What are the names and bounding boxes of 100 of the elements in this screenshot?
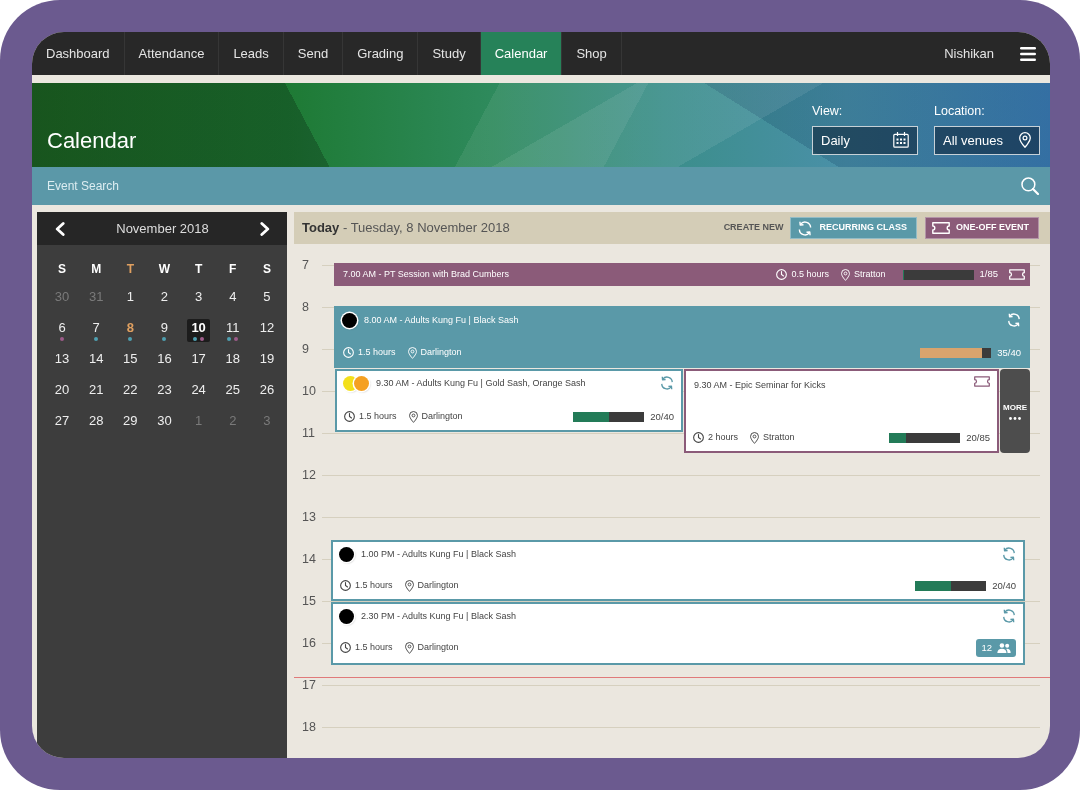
calendar-day[interactable]: 10 <box>187 319 211 342</box>
event-location: Stratton <box>763 431 795 445</box>
event-location: Darlington <box>420 346 462 360</box>
calendar-day[interactable]: 18 <box>221 350 245 373</box>
nav-tab[interactable]: Leads <box>219 32 284 75</box>
event-duration: 1.5 hours <box>355 579 393 593</box>
people-icon <box>997 642 1011 653</box>
event-duration: 1.5 hours <box>355 641 393 655</box>
view-select[interactable]: Daily <box>812 125 918 155</box>
event-location: Darlington <box>417 579 459 593</box>
location-pin-icon <box>750 431 760 444</box>
chevron-right-icon[interactable] <box>260 221 270 236</box>
hour-label: 18 <box>301 718 317 736</box>
location-select[interactable]: All venues <box>934 125 1040 155</box>
event-card[interactable]: 7.00 AM - PT Session with Brad Cumbers 0.5 hours Stratton 1/85 <box>334 263 1030 286</box>
hour-label: 11 <box>301 424 316 442</box>
hour-label: 13 <box>301 508 317 526</box>
date-heading: Today - Tuesday, 8 November 2018 <box>302 219 510 238</box>
calendar-day[interactable]: 19 <box>255 350 279 373</box>
calendar-day[interactable]: 15 <box>118 350 142 373</box>
calendar-day[interactable]: 24 <box>187 381 211 404</box>
calendar-day[interactable]: 25 <box>221 381 245 404</box>
calendar-day[interactable]: 17 <box>187 350 211 373</box>
nav-tab[interactable]: Send <box>283 32 344 75</box>
ticket-icon <box>932 222 950 234</box>
nav-tab[interactable]: Shop <box>562 32 622 75</box>
event-card[interactable]: 2.30 PM - Adults Kung Fu | Black Sash 1.5 hours Darlington 12 <box>331 602 1025 665</box>
nav-tab[interactable]: Study <box>418 32 481 75</box>
calendar-day[interactable]: 30 <box>153 412 176 435</box>
event-title: 9.30 AM - Epic Seminar for Kicks <box>694 379 826 392</box>
calendar-day[interactable]: 27 <box>50 412 74 435</box>
clock-icon <box>343 347 354 359</box>
create-new-label: CREATE NEW <box>723 221 784 235</box>
more-button[interactable]: MORE <box>1000 369 1030 453</box>
nav-tab[interactable]: Grading <box>343 32 419 75</box>
weekday-label: T <box>126 260 134 278</box>
calendar-day[interactable]: 16 <box>153 350 176 373</box>
weekday-label: W <box>158 260 171 278</box>
location-pin-icon <box>407 346 417 359</box>
user-menu-link[interactable]: Nishikan <box>944 43 994 64</box>
map-pin-icon <box>1019 132 1031 149</box>
refresh-icon <box>1007 313 1021 327</box>
menu-icon[interactable] <box>1020 46 1036 61</box>
event-location: Darlington <box>421 410 463 424</box>
calendar-day[interactable]: 29 <box>118 412 142 435</box>
hour-label: 10 <box>301 382 317 400</box>
event-duration: 2 hours <box>708 431 739 445</box>
calendar-day[interactable]: 6 <box>50 319 74 342</box>
refresh-icon <box>1002 609 1016 623</box>
event-title: 1.00 PM - Adults Kung Fu | Black Sash <box>361 547 516 561</box>
event-title: 9.30 AM - Adults Kung Fu | Gold Sash, Orange Sash <box>376 376 586 390</box>
event-location: Darlington <box>417 641 459 655</box>
capacity-reading: 20/40 <box>650 409 674 424</box>
calendar-day[interactable]: 3 <box>187 288 211 311</box>
calendar-day[interactable]: 1 <box>118 288 142 311</box>
event-title: 8.00 AM - Adults Kung Fu | Black Sash <box>364 313 519 327</box>
nav-tab[interactable]: Dashboard <box>32 32 125 75</box>
attendee-count: 12 <box>981 640 992 655</box>
clock-icon <box>340 580 351 592</box>
calendar-day[interactable]: 14 <box>84 350 108 373</box>
capacity-reading: 1/85 <box>979 267 998 282</box>
clock-icon <box>344 411 355 423</box>
calendar-day[interactable]: 8 <box>118 319 142 342</box>
calendar-day[interactable]: 22 <box>118 381 142 404</box>
nav-tab[interactable]: Calendar <box>480 32 563 75</box>
calendar-day[interactable]: 26 <box>255 381 279 404</box>
calendar-icon <box>893 132 909 149</box>
calendar-day[interactable]: 28 <box>84 412 108 435</box>
event-location: Stratton <box>853 267 886 281</box>
hour-label: 9 <box>301 340 310 358</box>
event-card[interactable]: 1.00 PM - Adults Kung Fu | Black Sash 1.5 hours Darlington 20/40 <box>331 540 1025 601</box>
calendar-day[interactable]: 4 <box>221 288 245 311</box>
search-icon[interactable] <box>1021 177 1039 195</box>
calendar-day[interactable]: 2 <box>153 288 176 311</box>
calendar-day[interactable]: 21 <box>84 381 108 404</box>
location-pin-icon <box>408 410 418 423</box>
month-title: November 2018 <box>116 219 209 238</box>
hour-label: 14 <box>301 550 317 568</box>
nav-tab[interactable]: Attendance <box>124 32 220 75</box>
calendar-day[interactable]: 7 <box>84 319 108 342</box>
calendar-day[interactable]: 12 <box>255 319 279 342</box>
calendar-day[interactable]: 11 <box>221 319 245 342</box>
location-pin-icon <box>404 641 414 654</box>
ticket-icon <box>1009 269 1025 280</box>
calendar-day[interactable]: 20 <box>50 381 74 404</box>
calendar-day[interactable]: 13 <box>50 350 74 373</box>
event-card[interactable]: 9.30 AM - Adults Kung Fu | Gold Sash, Orange Sash 1.5 hours Darlington 20/40 <box>335 369 683 432</box>
field-label: Location: <box>934 103 986 120</box>
event-duration: 1.5 hours <box>359 410 397 424</box>
one-off-event-button[interactable]: ONE-OFF EVENT <box>925 217 1039 239</box>
weekday-label: S <box>58 260 67 278</box>
calendar-day[interactable]: 9 <box>153 319 176 342</box>
refresh-icon <box>1002 547 1016 561</box>
page-title: Calendar <box>47 127 137 154</box>
refresh-icon <box>660 376 674 390</box>
calendar-day[interactable]: 5 <box>255 288 279 311</box>
chevron-left-icon[interactable] <box>55 221 65 236</box>
calendar-day[interactable]: 23 <box>153 381 176 404</box>
event-card[interactable]: 9.30 AM - Epic Seminar for Kicks 2 hours Stratton 20/85 <box>684 369 999 453</box>
location-pin-icon <box>840 268 850 281</box>
